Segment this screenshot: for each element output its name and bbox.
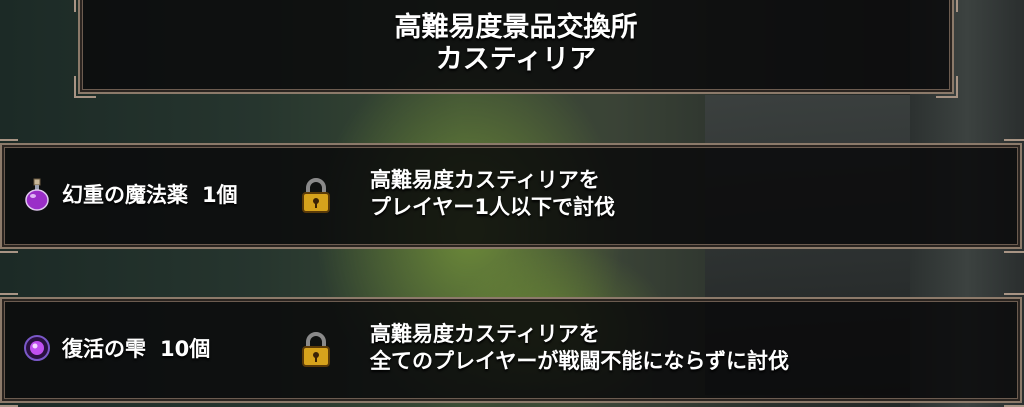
frame-ornament — [1004, 385, 1024, 407]
frame-ornament — [1004, 139, 1024, 161]
frame-ornament — [0, 385, 18, 407]
frame-ornament — [1004, 231, 1024, 253]
item-quantity: 1個 — [202, 183, 238, 207]
purple-potion-icon — [20, 177, 54, 211]
frame-ornament — [0, 231, 18, 253]
lock-icon — [300, 332, 332, 368]
reward-row[interactable]: 幻重の魔法薬 1個 高難易度カスティリアを プレイヤー1人以下で討伐 — [0, 139, 1024, 253]
item-name: 復活の雫 10個 — [62, 337, 211, 361]
frame-ornament — [936, 0, 958, 12]
frame-ornament — [74, 76, 96, 98]
frame-ornament — [74, 0, 96, 12]
page-title: 高難易度景品交換所 — [394, 12, 638, 43]
lock-icon — [300, 178, 332, 214]
purple-orb-icon — [20, 331, 54, 365]
condition-line: 全てのプレイヤーが戦闘不能にならずに討伐 — [370, 349, 789, 373]
page-subtitle: カスティリア — [435, 44, 597, 75]
condition-line: 高難易度カスティリアを — [370, 322, 600, 346]
reward-row[interactable]: 復活の雫 10個 高難易度カスティリアを 全てのプレイヤーが戦闘不能にならずに討伐 — [0, 293, 1024, 407]
title-banner: 高難易度景品交換所 カスティリア — [74, 0, 958, 98]
frame-ornament — [0, 293, 18, 315]
condition-line: プレイヤー1人以下で討伐 — [370, 195, 615, 219]
condition-line: 高難易度カスティリアを — [370, 168, 600, 192]
item-quantity: 10個 — [160, 337, 211, 361]
item-name: 幻重の魔法薬 1個 — [62, 183, 238, 207]
unlock-condition: 高難易度カスティリアを 全てのプレイヤーが戦闘不能にならずに討伐 — [370, 321, 789, 375]
frame-ornament — [936, 76, 958, 98]
frame-ornament — [1004, 293, 1024, 315]
frame-ornament — [0, 139, 18, 161]
unlock-condition: 高難易度カスティリアを プレイヤー1人以下で討伐 — [370, 167, 615, 221]
